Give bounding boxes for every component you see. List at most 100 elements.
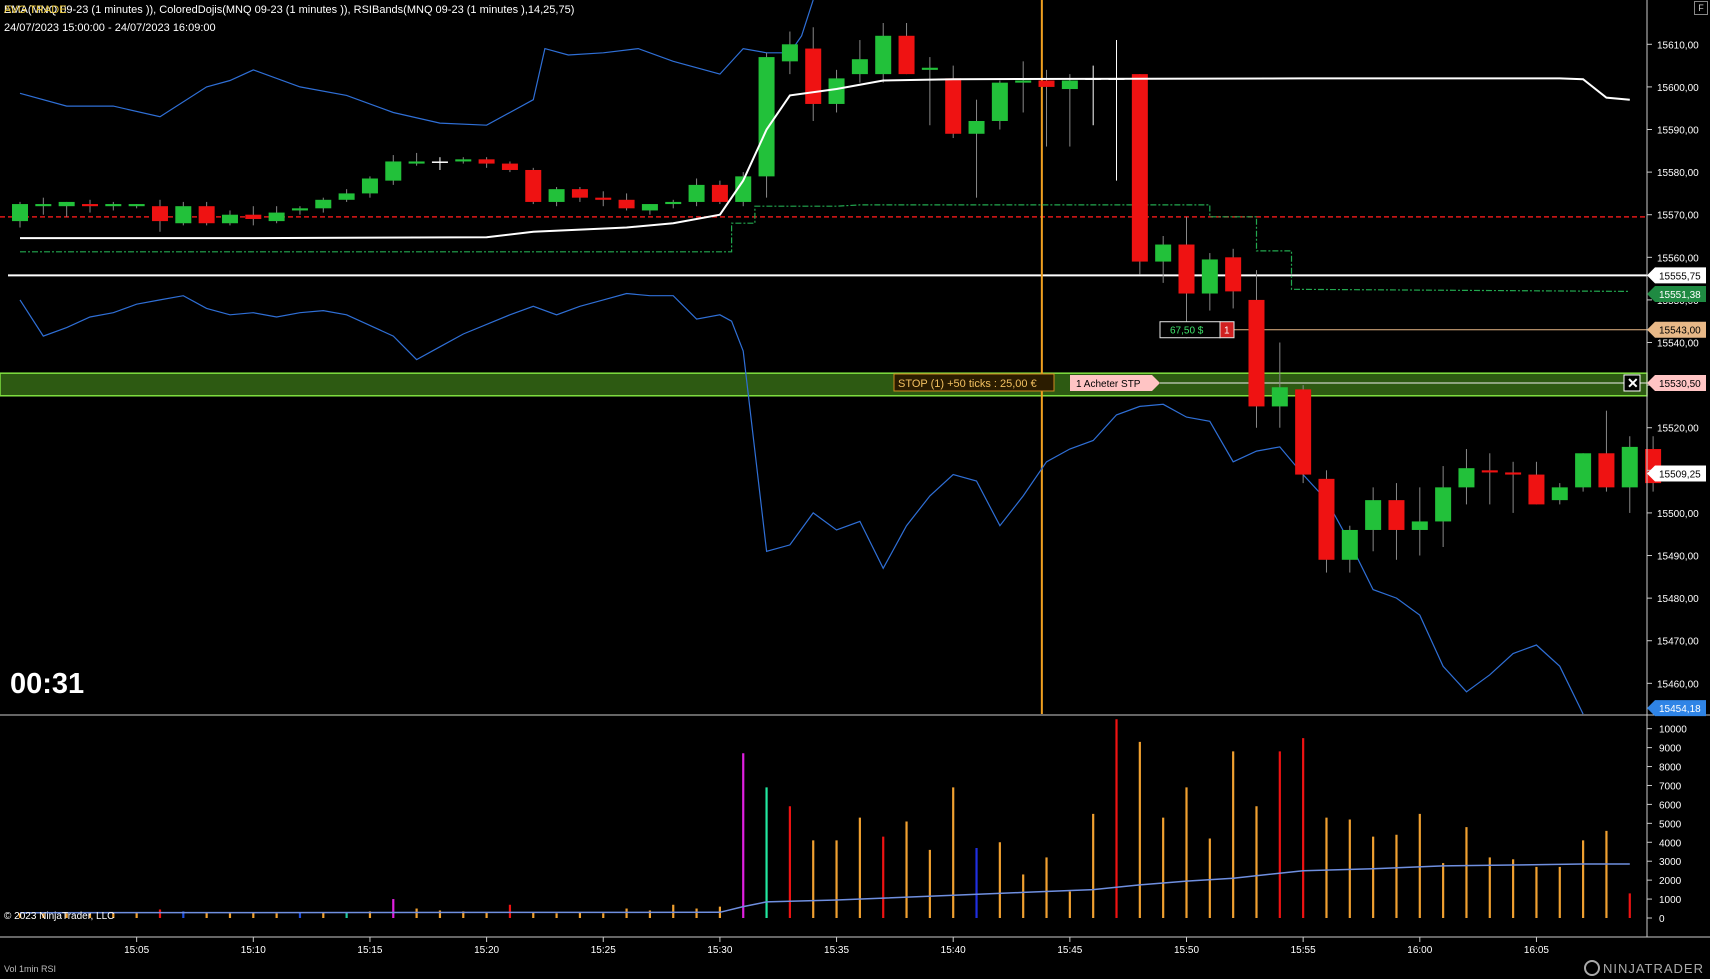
candle: [385, 155, 402, 185]
candle: [221, 210, 238, 226]
time-tick-label: 16:00: [1407, 945, 1432, 956]
candle: [1061, 74, 1078, 147]
candle: [758, 52, 775, 198]
candle: [1015, 61, 1032, 113]
price-flag-label: 15530,50: [1659, 379, 1701, 390]
candle: [105, 201, 122, 211]
time-tick-label: 15:35: [824, 945, 849, 956]
candle: [478, 157, 495, 168]
candle: [408, 152, 425, 166]
candle-body: [1505, 472, 1522, 475]
price-flag-label: 15551,38: [1659, 290, 1701, 301]
candle: [245, 206, 262, 226]
candle: [1178, 216, 1195, 339]
stop-zone: [0, 372, 1648, 397]
candle: [1201, 253, 1218, 311]
candle-body: [198, 206, 215, 224]
candle: [1318, 470, 1335, 573]
candle-body: [315, 199, 332, 209]
price-flag-label: 15555,75: [1659, 271, 1701, 282]
stop-label: STOP (1) +50 ticks : 25,00 €: [898, 378, 1037, 390]
time-tick-label: 15:20: [474, 945, 499, 956]
panel-label: Vol 1min RSI: [4, 964, 57, 974]
candle: [968, 99, 985, 198]
candle-body: [385, 161, 402, 181]
candle: [1131, 74, 1148, 275]
candle: [898, 23, 915, 75]
candle: [945, 65, 962, 139]
volume-tick-label: 3000: [1659, 857, 1682, 868]
candle: [35, 197, 52, 215]
overlay-title: AVG TRADE: [4, 4, 67, 16]
candle: [875, 23, 892, 83]
candle-body: [991, 82, 1008, 121]
candle-body: [1248, 299, 1265, 407]
candle-body: [1481, 470, 1498, 473]
candle-body: [175, 206, 192, 224]
close-icon[interactable]: ✕: [1627, 375, 1639, 391]
candle: [361, 176, 378, 198]
candle: [1225, 248, 1242, 309]
volume-tick-label: 9000: [1659, 744, 1682, 755]
candle-body: [81, 204, 98, 207]
candle-body: [268, 212, 285, 222]
candle-body: [58, 201, 75, 207]
candle: [595, 191, 612, 207]
volume-tick-label: 2000: [1659, 876, 1682, 887]
volume-tick-label: 1000: [1659, 895, 1682, 906]
candle: [338, 189, 355, 202]
candle-body: [1318, 478, 1335, 560]
candle-body: [1458, 468, 1475, 488]
candle: [1551, 483, 1568, 505]
candle-body: [221, 214, 238, 224]
candle: [1411, 487, 1428, 556]
candle: [1598, 410, 1615, 492]
candle-body: [898, 35, 915, 75]
candle-body: [35, 204, 52, 207]
candle-body: [1621, 446, 1638, 488]
candle: [455, 157, 472, 164]
candle: [198, 201, 215, 226]
candle-body: [1598, 453, 1615, 488]
candle: [921, 57, 938, 126]
candle-body: [945, 78, 962, 134]
candle-body: [1341, 529, 1358, 560]
candle-body: [455, 159, 472, 162]
candle-body: [1435, 487, 1452, 522]
candle: [525, 167, 542, 205]
price-tick-label: 15580,00: [1657, 168, 1699, 179]
time-tick-label: 15:40: [941, 945, 966, 956]
candle-body: [595, 197, 612, 200]
candle-body: [478, 159, 495, 164]
candle: [688, 178, 705, 207]
price-tick-label: 15610,00: [1657, 40, 1699, 51]
candle: [315, 197, 332, 213]
candle-body: [1201, 259, 1218, 294]
candle-body: [1365, 500, 1382, 530]
volume-tick-label: 8000: [1659, 763, 1682, 774]
candle: [1505, 461, 1522, 513]
candle: [81, 199, 98, 213]
candle-body: [501, 163, 518, 170]
candle-body: [1271, 387, 1288, 407]
price-tick-label: 15570,00: [1657, 211, 1699, 222]
candle-body: [1388, 500, 1405, 530]
candle-body: [105, 204, 122, 207]
price-flag-label: 15509,25: [1659, 470, 1701, 481]
panel-f-button[interactable]: F: [1694, 1, 1708, 15]
candle: [641, 204, 658, 215]
candle-body: [618, 199, 635, 209]
time-tick-label: 15:25: [591, 945, 616, 956]
candle-body: [1225, 257, 1242, 292]
candle: [1575, 453, 1592, 492]
price-tick-label: 15540,00: [1657, 339, 1699, 350]
candle: [1435, 466, 1452, 548]
candle-body: [1038, 80, 1055, 87]
candle: [665, 199, 682, 209]
price-volume-chart[interactable]: 67,50 $ 1 STOP (1) +50 ticks : 25,00 € 1 Ac…: [0, 0, 1710, 979]
candle-body: [921, 67, 938, 70]
candle: [1365, 487, 1382, 552]
candle: [58, 201, 75, 217]
price-tick-label: 15590,00: [1657, 126, 1699, 137]
candle-body: [851, 59, 868, 75]
